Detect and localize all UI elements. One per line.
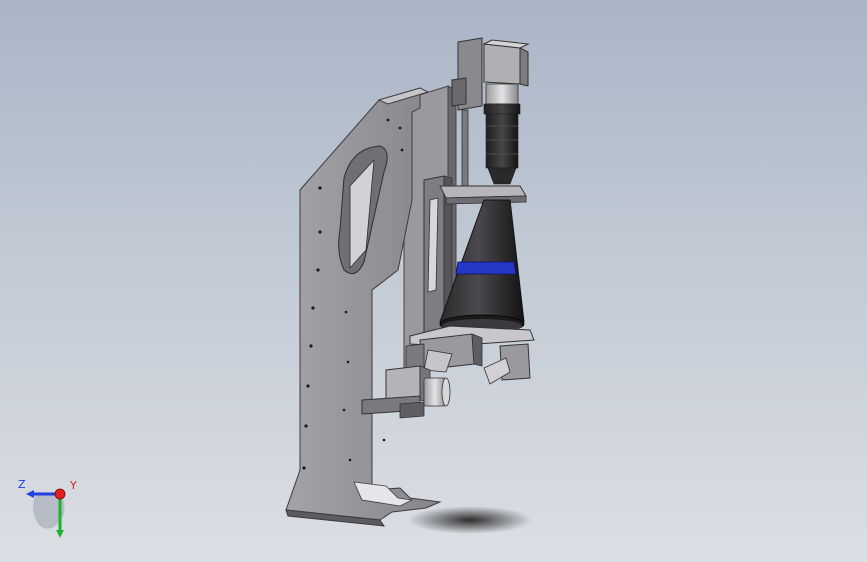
cad-model-render[interactable]: [0, 0, 867, 562]
orientation-triad[interactable]: Z Y: [14, 476, 84, 546]
left-gripper-jaw[interactable]: [423, 349, 453, 373]
z-axis-label: Z: [18, 478, 26, 491]
cad-viewport[interactable]: Z Y: [0, 0, 867, 562]
y-axis-label: Y: [69, 479, 77, 492]
lens-blue-band: [455, 261, 517, 275]
right-gripper-jaw[interactable]: [483, 343, 531, 385]
x-axis-arrow: [56, 530, 64, 538]
lens-barrel[interactable]: [483, 83, 521, 185]
y-axis-dot: [54, 488, 66, 500]
floor-shadow: [408, 506, 532, 534]
motor-cylinder[interactable]: [423, 377, 451, 407]
camera-body[interactable]: [482, 39, 530, 87]
z-axis-arrow: [26, 490, 34, 498]
